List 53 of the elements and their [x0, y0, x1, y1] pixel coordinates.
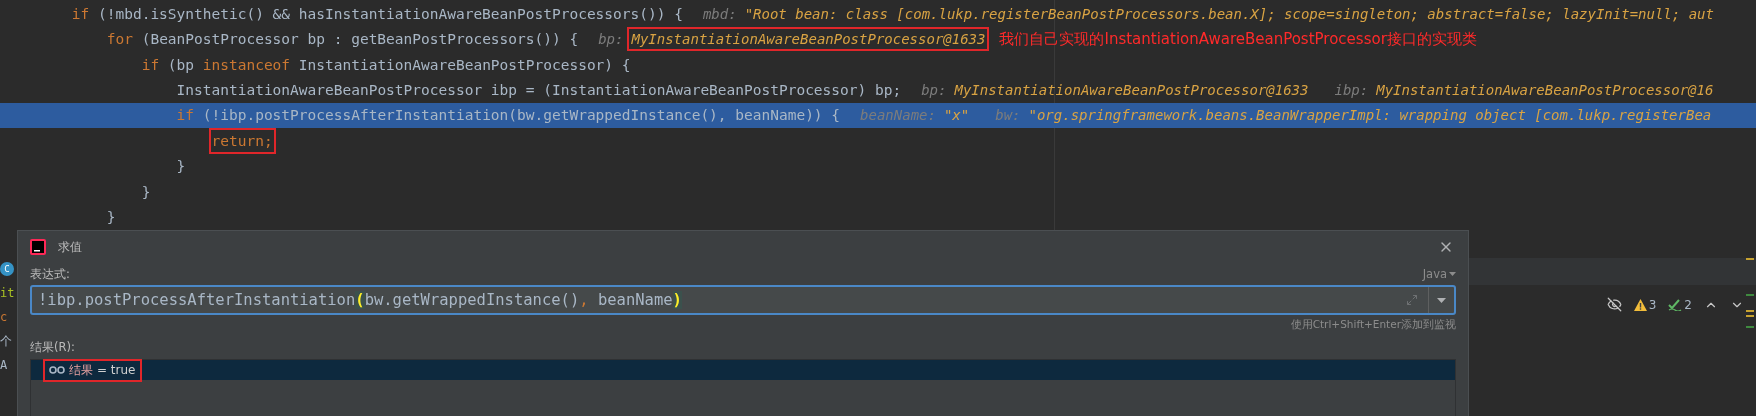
code-fragment: 个	[0, 334, 13, 348]
caret-icon	[1449, 271, 1456, 277]
inline-hint-label: beanName:	[860, 107, 936, 124]
code-text: (BeanPostProcessor bp : getBeanPostProcessors()) {	[141, 30, 579, 50]
watch-result-icon	[49, 366, 65, 374]
matched-bracket: (	[355, 291, 365, 309]
code-fragment: c	[0, 310, 9, 324]
expression-text: bw.getWrappedInstance()	[364, 291, 580, 309]
expression-field[interactable]: !ibp.postProcessAfterInstantiation(bw.getWrappedInstance(), beanName)	[30, 285, 1456, 315]
code-keyword: if	[141, 55, 160, 75]
class-icon: C	[0, 262, 14, 276]
eye-off-icon[interactable]	[1606, 297, 1622, 312]
code-text: (bp	[167, 55, 196, 75]
code-text: (!mbd.isSynthetic() && hasInstantiationAwareBeanPostProcessors()) {	[98, 4, 683, 24]
result-value: = true	[97, 363, 136, 377]
expression-text: beanName	[596, 291, 673, 309]
inline-hint-value: MyInstantiationAwareBeanPostProcessor@1633	[954, 82, 1309, 99]
inline-hint-label: bp:	[598, 31, 624, 48]
code-text: (!ibp.postProcessAfterInstantiation(bw.getWrappedInstance(), beanName)) {	[202, 106, 841, 126]
code-keyword: return;	[211, 130, 273, 151]
code-keyword: for	[106, 30, 133, 50]
expression-text: !ibp.postProcessAfterInstantiation	[38, 291, 356, 309]
inline-hint-label: ibp:	[1334, 82, 1369, 99]
code-text: }	[176, 157, 186, 177]
inline-hint-value: MyInstantiationAwareBeanPostProcessor@16	[1376, 82, 1714, 99]
inline-hint-value: "org.springframework.beans.BeanWrapperImpl: wrapping object [com.lukp.registerBea	[1028, 107, 1712, 124]
code-fragment: it	[0, 286, 16, 300]
result-label: 结果(R):	[30, 340, 76, 355]
expression-label: 表达式:	[30, 266, 70, 282]
code-keyword: if	[71, 4, 90, 24]
inline-hint-label: mbd:	[702, 5, 737, 22]
app-logo-icon	[30, 239, 46, 255]
error-stripe-drawing	[1746, 258, 1754, 328]
result-row[interactable]: 结果 = true	[31, 360, 1455, 380]
inline-hint-value: "Root bean: class [com.lukp.registerBeanPostProcessors.bean.X]; scope=singleton; abstract=false; lazyInit=null; aut	[744, 5, 1714, 22]
inline-hint-label: bp:	[921, 82, 947, 99]
watch-hint: 使用Ctrl+Shift+Enter添加到监视	[1290, 318, 1456, 332]
code-keyword: instanceof	[202, 55, 291, 75]
matched-bracket: )	[672, 291, 682, 309]
caret-icon	[1437, 297, 1446, 303]
annotation-note: 我们自己实现的InstantiationAwareBeanPostProcessor接口的实现类	[999, 29, 1477, 49]
code-text: }	[106, 208, 116, 228]
dialog-title: 求值	[58, 238, 83, 256]
code-keyword: if	[176, 106, 195, 126]
inline-hint-value: "x"	[943, 107, 970, 124]
expression-text: ,	[579, 291, 589, 309]
passed-counter[interactable]: 2	[1668, 297, 1692, 312]
result-name: 结果	[69, 361, 93, 379]
code-text: }	[141, 182, 151, 202]
code-fragment: A	[0, 358, 9, 372]
inline-hint-label: bw:	[995, 107, 1021, 124]
code-text: InstantiationAwareBeanPostProcessor) {	[298, 55, 631, 75]
code-text: InstantiationAwareBeanPostProcessor ibp = (InstantiationAwareBeanPostProcessor) bp;	[176, 81, 902, 101]
